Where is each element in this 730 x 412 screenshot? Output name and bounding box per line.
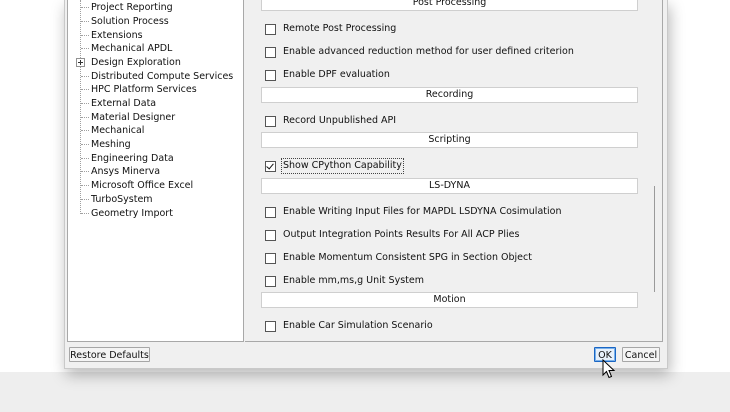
tree-connector bbox=[81, 117, 89, 118]
tree-item-label: Solution Process bbox=[91, 16, 169, 27]
section-header-post-processing: Post Processing bbox=[261, 0, 638, 11]
checkbox[interactable] bbox=[265, 253, 276, 264]
tree-item-label: Extensions bbox=[91, 30, 143, 41]
option-label: Enable DPF evaluation bbox=[283, 69, 390, 80]
option-label: Enable Car Simulation Scenario bbox=[283, 320, 433, 331]
checkbox-checked[interactable] bbox=[265, 161, 276, 172]
tree-item-label: Project Reporting bbox=[91, 2, 173, 13]
option-label: Enable Writing Input Files for MAPDL LSD… bbox=[283, 206, 562, 217]
tree-item-label: Ansys Minerva bbox=[91, 166, 161, 177]
tree-guide-line bbox=[80, 0, 81, 214]
tree-connector bbox=[81, 21, 89, 22]
checkbox[interactable] bbox=[265, 47, 276, 58]
checkbox[interactable] bbox=[265, 207, 276, 218]
tree-connector bbox=[81, 199, 89, 200]
tree-item-label: Engineering Data bbox=[91, 153, 174, 164]
option-label: Enable advanced reduction method for use… bbox=[283, 46, 574, 57]
vertical-scrollbar[interactable] bbox=[654, 186, 655, 292]
restore-defaults-button[interactable]: Restore Defaults bbox=[69, 347, 150, 362]
mouse-cursor-icon bbox=[602, 359, 616, 379]
tree-connector bbox=[81, 171, 89, 172]
tree-connector bbox=[81, 158, 89, 159]
tree-connector bbox=[81, 48, 89, 49]
settings-panel: Post Processing Remote Post Processing E… bbox=[245, 0, 663, 342]
tree-item-label: Distributed Compute Services bbox=[91, 71, 234, 82]
option-label: Output Integration Points Results For Al… bbox=[283, 229, 520, 240]
option-label: Record Unpublished API bbox=[283, 115, 397, 126]
tree-item-label: Material Designer bbox=[91, 112, 176, 123]
section-header-lsdyna: LS-DYNA bbox=[261, 178, 638, 194]
section-header-recording: Recording bbox=[261, 87, 638, 103]
option-label: Show CPython Capability bbox=[281, 158, 404, 174]
checkbox[interactable] bbox=[265, 230, 276, 241]
tree-connector bbox=[81, 185, 89, 186]
checkbox[interactable] bbox=[265, 276, 276, 287]
checkbox[interactable] bbox=[265, 24, 276, 35]
tree-connector bbox=[81, 76, 89, 77]
section-header-motion: Motion bbox=[261, 292, 638, 308]
tree-connector bbox=[81, 89, 89, 90]
tree-connector bbox=[81, 103, 89, 104]
tree-connector bbox=[81, 144, 89, 145]
checkbox[interactable] bbox=[265, 70, 276, 81]
tree-item-label: Meshing bbox=[91, 139, 131, 150]
tree-item-label: HPC Platform Services bbox=[91, 84, 197, 95]
tree-item-label: Microsoft Office Excel bbox=[91, 180, 194, 191]
options-dialog: Project Reporting Solution Process Exten… bbox=[64, 0, 668, 369]
tree-connector bbox=[81, 35, 89, 36]
tree-item-label: Geometry Import bbox=[91, 208, 173, 219]
options-tree[interactable]: Project Reporting Solution Process Exten… bbox=[67, 0, 244, 342]
option-label: Remote Post Processing bbox=[283, 23, 397, 34]
tree-item-label: External Data bbox=[91, 98, 157, 109]
cancel-button[interactable]: Cancel bbox=[622, 347, 660, 362]
tree-connector bbox=[81, 213, 89, 214]
option-label: Enable mm,ms,g Unit System bbox=[283, 275, 424, 286]
checkbox[interactable] bbox=[265, 321, 276, 332]
tree-connector bbox=[81, 130, 89, 131]
tree-connector bbox=[81, 7, 89, 8]
tree-item-label: TurboSystem bbox=[91, 194, 153, 205]
tree-item-label: Mechanical bbox=[91, 125, 145, 136]
expand-plus-icon[interactable] bbox=[76, 58, 85, 67]
tree-item-label: Design Exploration bbox=[91, 57, 181, 68]
option-label: Enable Momentum Consistent SPG in Sectio… bbox=[283, 252, 532, 263]
tree-item-label: Mechanical APDL bbox=[91, 43, 173, 54]
checkbox[interactable] bbox=[265, 116, 276, 127]
section-header-scripting: Scripting bbox=[261, 132, 638, 148]
